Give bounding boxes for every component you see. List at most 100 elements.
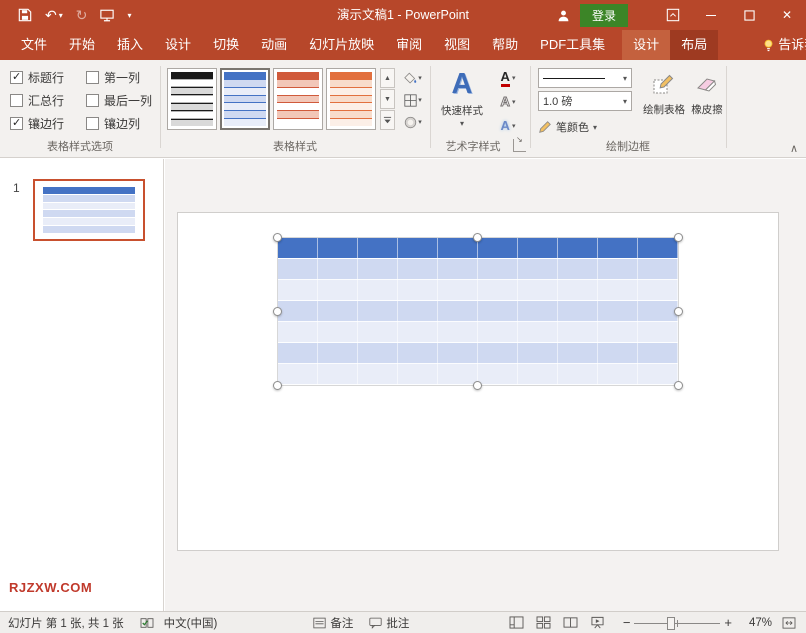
status-bar: 幻灯片 第 1 张, 共 1 张 中文(中国) 备注 批注 (0, 611, 806, 633)
pen-style-combo[interactable] (538, 68, 632, 88)
slide-count-status[interactable]: 幻灯片 第 1 张, 共 1 张 (8, 615, 124, 631)
comments-button[interactable]: 批注 (369, 615, 409, 631)
resize-handle[interactable] (473, 381, 482, 390)
checkbox-first-column[interactable]: 第一列 (86, 71, 162, 84)
dropdown-icon (418, 74, 422, 82)
gallery-more-icon (383, 116, 392, 125)
pen-weight-combo[interactable]: 1.0 磅 (538, 91, 632, 111)
table-row (278, 322, 678, 343)
zoom-slider[interactable] (634, 615, 720, 631)
tab-pdf-tools[interactable]: PDF工具集 (529, 30, 616, 60)
undo-icon (45, 8, 57, 22)
quick-styles-button[interactable]: 快速样式 (437, 67, 487, 143)
checkbox-label: 第一列 (104, 69, 140, 86)
tab-help[interactable]: 帮助 (481, 30, 529, 60)
table-style-option-orange-banded[interactable] (326, 68, 376, 130)
group-label-table-styles: 表格样式 (160, 138, 430, 154)
pen-color-button[interactable]: 笔颜色 (538, 116, 632, 138)
tab-file[interactable]: 文件 (10, 30, 58, 60)
resize-handle[interactable] (273, 233, 282, 242)
dropdown-icon (593, 123, 597, 132)
customize-qat-button[interactable] (127, 5, 131, 25)
gallery-down-button[interactable]: ▼ (380, 89, 395, 109)
fit-slide-to-window-button[interactable] (782, 617, 796, 629)
start-slideshow-button[interactable] (100, 5, 114, 25)
tab-table-layout[interactable]: 布局 (670, 30, 718, 60)
resize-handle[interactable] (674, 307, 683, 316)
notes-button[interactable]: 备注 (313, 615, 353, 631)
save-button[interactable] (18, 5, 32, 25)
zoom-level[interactable]: 47% (740, 617, 772, 629)
normal-view-button[interactable] (509, 616, 524, 629)
titlebar-controls: 登录 (554, 0, 806, 30)
checkbox-last-column[interactable]: 最后一列 (86, 94, 162, 107)
ribbon-display-options-button[interactable] (654, 0, 692, 30)
resize-handle[interactable] (273, 381, 282, 390)
tab-view[interactable]: 视图 (433, 30, 481, 60)
maximize-button[interactable] (730, 0, 768, 30)
checkbox-header-row[interactable]: 标题行 (10, 71, 86, 84)
tab-table-design[interactable]: 设计 (622, 30, 670, 60)
table-style-option-blue-banded[interactable] (220, 68, 270, 130)
zoom-out-button[interactable]: − (619, 615, 635, 630)
resize-handle[interactable] (273, 307, 282, 316)
close-button[interactable] (768, 0, 806, 30)
wordart-dialog-launcher-icon[interactable] (513, 139, 526, 152)
tab-home[interactable]: 开始 (58, 30, 106, 60)
draw-table-button[interactable]: 绘制表格 (640, 66, 688, 142)
text-outline-button[interactable] (492, 91, 524, 113)
tab-review[interactable]: 审阅 (385, 30, 433, 60)
shading-button[interactable] (399, 68, 427, 88)
table-style-option-red-striped[interactable] (273, 68, 323, 130)
resize-handle[interactable] (674, 381, 683, 390)
table-tools-contextual-tabs: 设计 布局 (622, 30, 718, 60)
pen-weight-value: 1.0 磅 (543, 93, 572, 109)
text-fill-button[interactable] (492, 67, 524, 89)
comments-icon (369, 617, 382, 629)
slideshow-view-button[interactable] (590, 616, 605, 629)
tell-me-button[interactable]: 告诉我 (752, 30, 806, 60)
borders-button[interactable] (399, 90, 427, 110)
tab-transitions[interactable]: 切换 (202, 30, 250, 60)
redo-button[interactable] (76, 5, 88, 25)
text-outline-icon (501, 95, 510, 109)
slide-sorter-button[interactable] (536, 616, 551, 629)
gallery-more-button[interactable] (380, 110, 395, 130)
slide[interactable] (177, 212, 779, 551)
pen-color-label: 笔颜色 (556, 119, 589, 135)
tab-design[interactable]: 设计 (154, 30, 202, 60)
text-effects-button[interactable] (492, 115, 524, 137)
table-style-preview (224, 72, 266, 126)
tab-insert[interactable]: 插入 (106, 30, 154, 60)
checkbox-banded-rows[interactable]: 镶边行 (10, 117, 86, 130)
login-button[interactable]: 登录 (580, 4, 628, 27)
collapse-ribbon-icon[interactable] (790, 142, 798, 155)
slide-table[interactable] (278, 238, 678, 385)
resize-handle[interactable] (674, 233, 683, 242)
spellcheck-status[interactable] (140, 617, 154, 629)
resize-handle[interactable] (473, 233, 482, 242)
gallery-up-button[interactable]: ▲ (380, 68, 395, 88)
checkbox-banded-columns[interactable]: 镶边列 (86, 117, 162, 130)
language-status[interactable]: 中文(中国) (164, 615, 218, 631)
table-style-option-dark-grid[interactable] (167, 68, 217, 130)
checkbox-label: 汇总行 (28, 92, 64, 109)
zoom-in-button[interactable]: + (720, 615, 736, 630)
dropdown-icon (460, 119, 464, 128)
tab-animations[interactable]: 动画 (250, 30, 298, 60)
zoom-slider-handle[interactable] (667, 617, 675, 630)
slide-number: 1 (13, 181, 20, 195)
undo-button[interactable] (45, 5, 63, 25)
checkbox-box (86, 71, 99, 84)
eraser-button[interactable]: 橡皮擦 (690, 66, 724, 142)
checkbox-box (86, 117, 99, 130)
group-divider (430, 66, 431, 148)
tab-slideshow[interactable]: 幻灯片放映 (298, 30, 385, 60)
account-icon[interactable] (554, 9, 574, 22)
reading-view-button[interactable] (563, 616, 578, 629)
slide-thumbnail[interactable] (33, 179, 145, 241)
reading-view-icon (563, 616, 578, 629)
checkbox-total-row[interactable]: 汇总行 (10, 94, 86, 107)
effects-button[interactable] (399, 112, 427, 132)
minimize-button[interactable] (692, 0, 730, 30)
